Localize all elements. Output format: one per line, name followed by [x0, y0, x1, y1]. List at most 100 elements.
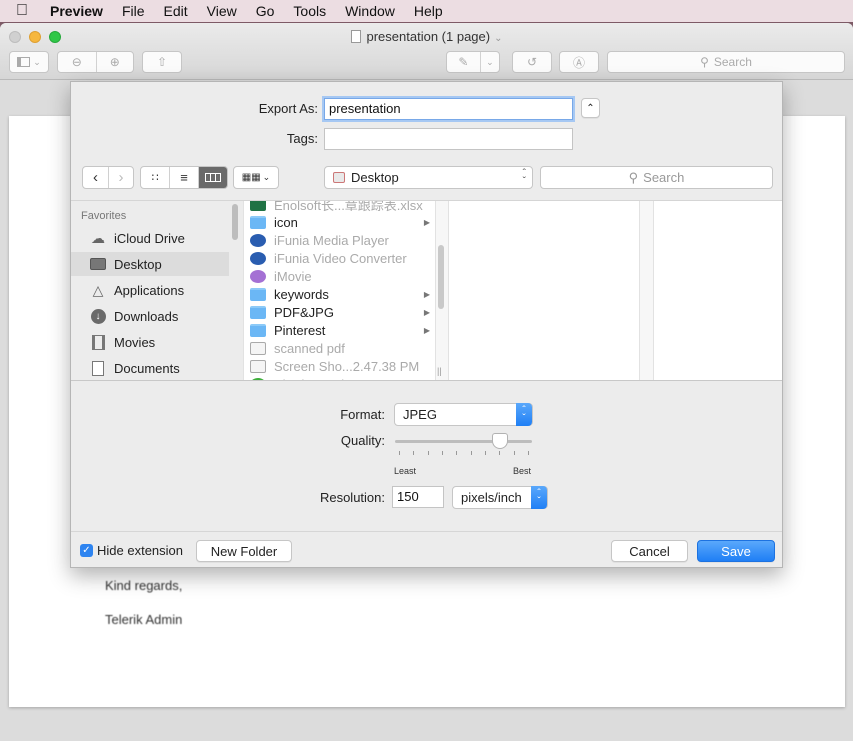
star-file-icon	[250, 269, 266, 283]
menu-help[interactable]: Help	[414, 3, 443, 19]
forward-button[interactable]: ›	[107, 167, 133, 188]
icon-view-button[interactable]: ∷	[141, 167, 169, 188]
location-popup[interactable]: Desktop ˆˇ	[324, 166, 533, 189]
slider-tick	[499, 451, 501, 455]
file-name: iFunia Video Converter	[274, 250, 407, 266]
menu-tools[interactable]: Tools	[293, 3, 326, 19]
folder-row[interactable]: Pinterest ▶	[250, 321, 430, 339]
column-scrollbar[interactable]	[438, 245, 444, 309]
highlight-button[interactable]: ✎	[447, 52, 480, 72]
file-row[interactable]: iMovie	[250, 267, 430, 285]
share-button[interactable]: ⇧	[142, 51, 182, 73]
resolution-unit-popup[interactable]: pixels/inch ˆˇ	[452, 486, 548, 509]
column-resize-handle[interactable]: ||	[437, 366, 442, 376]
sidebar: Favorites ☁ iCloud Drive Desktop △ Applica…	[71, 201, 243, 380]
chevron-down-icon: ⌄	[262, 172, 271, 182]
resolution-label: Resolution:	[319, 490, 385, 505]
file-row[interactable]: Screen Sho...2.47.38 PM	[250, 357, 430, 375]
sidebar-item-applications[interactable]: △ Applications	[71, 278, 229, 302]
file-name: scanned pdf	[274, 340, 345, 356]
hide-extension-checkbox[interactable]: ✓	[80, 544, 93, 557]
list-view-button[interactable]: ≡	[169, 167, 197, 188]
cloud-icon: ☁	[91, 229, 105, 246]
file-row[interactable]: Shadowsock...X-NG-R8	[250, 375, 430, 380]
applications-icon: △	[92, 281, 104, 298]
file-name: Screen Sho...2.47.38 PM	[274, 358, 420, 374]
quality-min-label: Least	[394, 466, 417, 476]
sidebar-item-desktop[interactable]: Desktop	[71, 252, 229, 276]
folder-icon	[250, 323, 266, 337]
toolbar-search-placeholder: Search	[713, 55, 752, 69]
expand-dialog-button[interactable]: ⌃	[581, 98, 600, 118]
disclosure-arrow-icon: ▶	[423, 307, 430, 317]
window-title[interactable]: presentation (1 page) ⌄	[0, 29, 853, 44]
quality-max-label: Best	[513, 466, 532, 476]
chevron-left-icon: ‹	[92, 169, 98, 186]
column-view-button[interactable]	[197, 167, 227, 188]
zoom-in-button[interactable]: ⊕	[95, 52, 134, 72]
sidebar-item-icloud-drive[interactable]: ☁ iCloud Drive	[71, 226, 229, 250]
sidebar-item-downloads[interactable]: ↓ Downloads	[71, 304, 229, 328]
sidebar-item-movies[interactable]: Movies	[71, 330, 229, 354]
cancel-button[interactable]: Cancel	[611, 540, 688, 562]
back-button[interactable]: ‹	[83, 167, 108, 188]
markup-toolbar-button[interactable]: Ⓐ	[559, 51, 599, 73]
folder-row[interactable]: PDF&JPG ▶	[250, 303, 430, 321]
sidebar-item-documents[interactable]: Documents	[71, 356, 229, 380]
sidebar-item-label: Applications	[114, 282, 185, 298]
toolbar-search-field[interactable]: ⚲ Search	[607, 51, 845, 73]
highlight-options-button[interactable]: ⌄	[479, 52, 499, 72]
sidebar-item-label: iCloud Drive	[114, 230, 185, 246]
file-row[interactable]: Enolsoft长...章跟踪表.xlsx	[250, 201, 430, 213]
columns-icon	[204, 173, 221, 182]
export-as-field[interactable]: presentation	[324, 98, 573, 120]
sidebar-toggle-button[interactable]: ⌄	[9, 51, 49, 73]
slider-tick	[413, 451, 415, 455]
file-name: iFunia Media Player	[274, 232, 389, 248]
column-divider	[653, 201, 654, 380]
dialog-search-field[interactable]: ⚲ Search	[540, 166, 773, 189]
tags-field[interactable]	[324, 128, 573, 150]
sidebar-icon	[17, 57, 31, 67]
slider-tick	[470, 451, 472, 455]
slider-tick	[528, 451, 529, 455]
zoom-out-button[interactable]: ⊖	[58, 52, 96, 72]
menu-preview[interactable]: Preview	[50, 3, 103, 19]
menu-file[interactable]: File	[122, 3, 145, 19]
file-row[interactable]: iFunia Video Converter	[250, 249, 430, 267]
arrange-button[interactable]: ▦▦ ⌄	[233, 166, 279, 189]
menu-edit[interactable]: Edit	[164, 3, 188, 19]
sidebar-scrollbar[interactable]	[232, 204, 238, 240]
file-browser: Favorites ☁ iCloud Drive Desktop △ Applica…	[71, 200, 782, 381]
hide-extension-label[interactable]: Hide extension	[97, 543, 183, 558]
file-row[interactable]: iFunia Media Player	[250, 231, 430, 249]
save-button[interactable]: Save	[697, 540, 775, 562]
quality-slider-thumb[interactable]	[492, 433, 509, 449]
file-row[interactable]: scanned pdf	[250, 339, 430, 357]
new-folder-button[interactable]: New Folder	[196, 540, 292, 562]
apple-menu-icon[interactable]: 	[16, 2, 50, 20]
document-line: Telerik Admin	[105, 612, 183, 627]
menu-view[interactable]: View	[207, 3, 237, 19]
disclosure-arrow-icon: ▶	[423, 289, 430, 299]
folder-row[interactable]: keywords ▶	[250, 285, 430, 303]
quality-slider[interactable]	[395, 440, 532, 443]
format-popup[interactable]: JPEG ˆˇ	[394, 403, 533, 426]
quality-label: Quality:	[340, 433, 385, 448]
sidebar-item-label: Documents	[114, 360, 180, 376]
desktop-folder-icon	[333, 172, 345, 183]
resolution-field[interactable]: 150	[392, 486, 444, 508]
menu-go[interactable]: Go	[256, 3, 275, 19]
folder-row[interactable]: icon ▶	[250, 213, 430, 231]
share-icon: ⇧	[156, 55, 168, 69]
movies-icon	[89, 334, 107, 350]
menu-window[interactable]: Window	[345, 3, 395, 19]
rotate-button[interactable]: ↺	[512, 51, 552, 73]
zoom-in-icon: ⊕	[109, 55, 120, 69]
chevron-down-icon: ⌄	[33, 56, 41, 67]
chevron-right-icon: ›	[118, 169, 124, 186]
search-icon: ⚲	[628, 169, 639, 185]
view-mode-buttons: ∷ ≡	[140, 166, 228, 189]
format-label: Format:	[340, 407, 385, 422]
disclosure-arrow-icon: ▶	[423, 217, 430, 227]
